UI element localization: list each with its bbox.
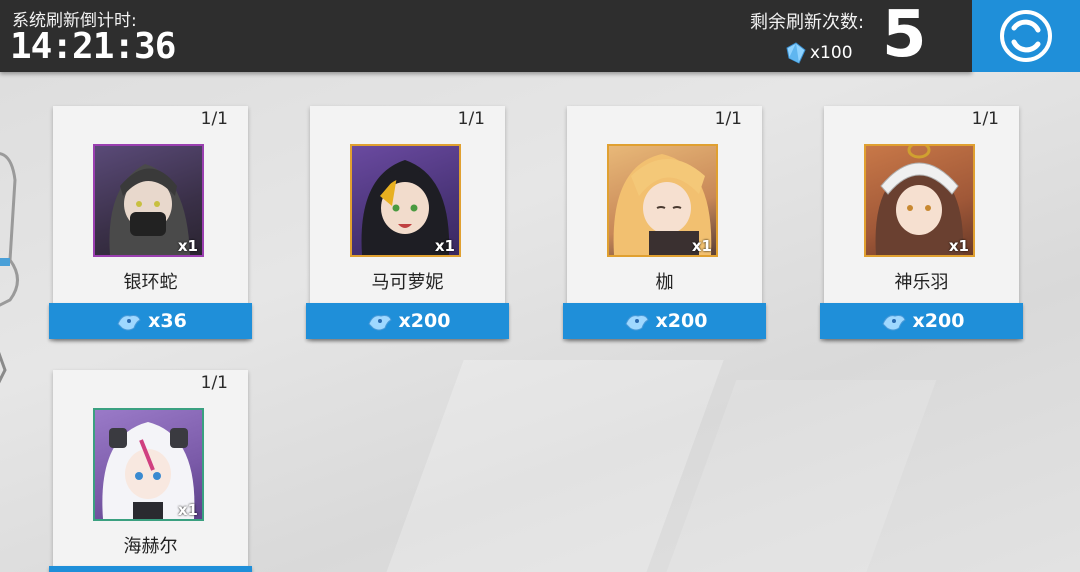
item-name: 神乐羽 [894,272,949,293]
blue-spirit-icon [117,315,141,331]
header-bar: 系统刷新倒计时: 14:21:36 剩余刷新次数: x100 5 [0,0,972,72]
item-quantity: x1 [691,237,712,255]
character-portrait: x1 [350,144,461,257]
blue-spirit-icon [624,315,649,331]
stock-count: 1/1 [200,373,228,393]
stock-count: 1/1 [200,109,228,129]
item-name: 枷 [655,272,674,293]
blue-crystal-icon [786,42,806,64]
character-portrait: x1 [93,144,204,257]
refresh-cost-value: x100 [810,43,853,63]
shop-item-card[interactable]: 1/1 x1 银环蛇 x36 [49,106,252,339]
stock-count: 1/1 [457,109,485,129]
item-quantity: x1 [177,501,198,519]
remaining-refresh-count: 5 [882,0,927,72]
partial-character-figure [0,152,19,384]
item-quantity: x1 [177,237,198,255]
refresh-timer-value: 14:21:36 [10,26,176,67]
character-portrait: x1 [93,408,204,521]
character-portrait: x1 [607,144,718,257]
buy-button[interactable]: x200 [306,303,509,339]
shop-item-card[interactable]: 1/1 x1 海赫尔 [49,370,252,572]
refresh-cost: x100 [786,42,853,64]
shop-item-card[interactable]: 1/1 x1 马可萝妮 x200 [306,106,509,339]
buy-button[interactable]: x200 [563,303,766,339]
character-portrait: x1 [864,144,975,257]
item-quantity: x1 [434,237,455,255]
shop-item-card[interactable]: 1/1 x1 枷 x200 [563,106,766,339]
refresh-cycle-icon [1000,10,1052,62]
item-name: 马可萝妮 [371,272,444,293]
item-quantity: x1 [948,237,969,255]
blue-spirit-icon [881,315,906,331]
price-value: x200 [398,310,451,332]
shop-item-card[interactable]: 1/1 x1 神乐羽 x200 [820,106,1023,339]
blue-spirit-icon [367,315,392,331]
refresh-button[interactable] [972,0,1080,72]
buy-button[interactable]: x200 [820,303,1023,339]
background-stripe [376,360,724,572]
stock-count: 1/1 [714,109,742,129]
buy-button[interactable] [49,566,252,572]
price-value: x200 [912,310,965,332]
stock-count: 1/1 [971,109,999,129]
price-value: x36 [148,310,187,332]
item-name: 海赫尔 [123,536,178,557]
buy-button[interactable]: x36 [49,303,252,339]
remaining-refresh-label: 剩余刷新次数: [750,12,865,33]
price-value: x200 [655,310,708,332]
item-name: 银环蛇 [123,272,178,293]
